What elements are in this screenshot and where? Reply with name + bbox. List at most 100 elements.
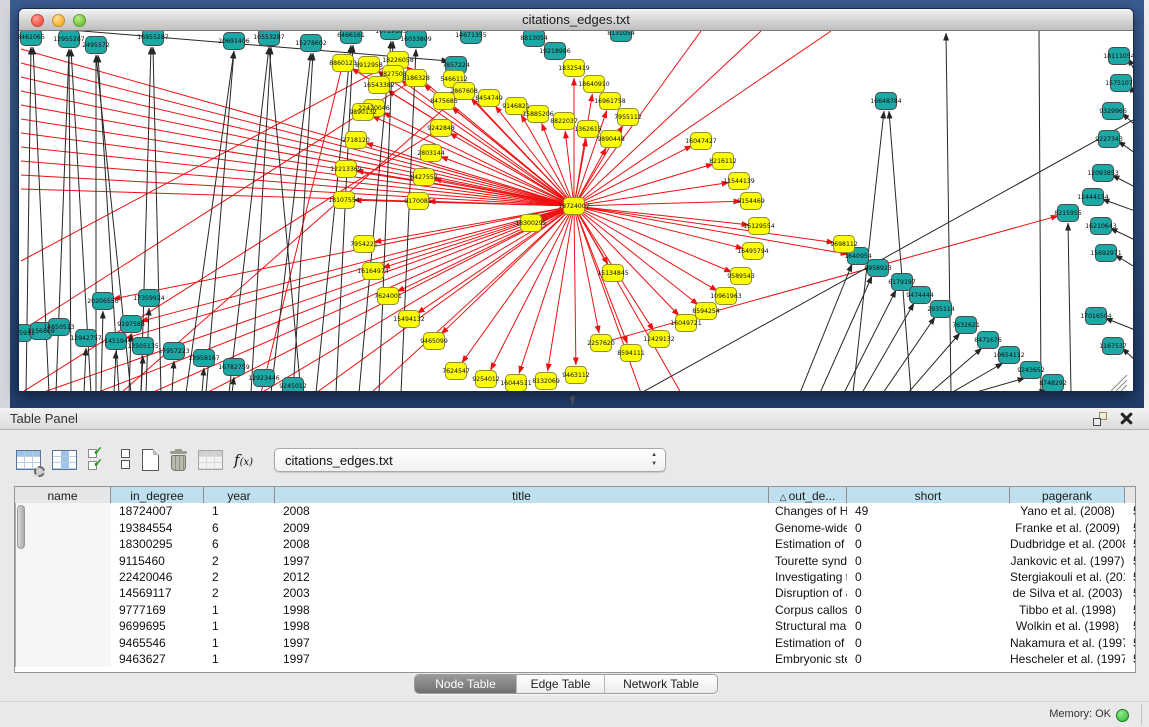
graph-node-label: 9890132: [349, 109, 377, 116]
tab-node-table[interactable]: Node Table: [415, 675, 517, 693]
table-cell[interactable]: 0: [847, 651, 1010, 667]
table-cell[interactable]: 2003: [275, 585, 769, 601]
table-cell[interactable]: Changes of HCN gene expression and I(f) …: [769, 503, 847, 519]
table-cell[interactable]: Estimation of the future numbers of pati…: [769, 635, 847, 651]
table-cell[interactable]: 0: [847, 585, 1010, 601]
table-scrollbar[interactable]: [15, 503, 111, 667]
table-cell[interactable]: 1997: [275, 635, 769, 651]
float-panel-icon[interactable]: [1093, 412, 1107, 426]
show-columns-icon: [52, 450, 77, 470]
table-cell[interactable]: 2: [204, 553, 275, 569]
table-cell[interactable]: 2012: [275, 569, 769, 585]
table-cell[interactable]: 2008: [275, 503, 769, 519]
table-cell[interactable]: 5.3E-5: [1125, 651, 1136, 667]
table-cell[interactable]: Corpus callosum shape and size in male p…: [769, 602, 847, 618]
table-cell[interactable]: 22420046: [111, 569, 204, 585]
table-cell[interactable]: 14569117: [111, 585, 204, 601]
table-cell[interactable]: 1: [204, 635, 275, 651]
table-panel-header[interactable]: Table Panel: [0, 408, 1149, 430]
table-cell[interactable]: 1997: [275, 651, 769, 667]
table-cell[interactable]: Wolkin et al. (1998): [1010, 618, 1125, 634]
table-cell[interactable]: 1997: [275, 553, 769, 569]
table-cell[interactable]: 9115460: [111, 553, 204, 569]
table-cell[interactable]: 18724007: [111, 503, 204, 519]
import-table-icon: [198, 450, 223, 470]
table-cell[interactable]: 5.3E-5: [1125, 635, 1136, 651]
table-cell[interactable]: Disruption of a novel member of a sodium…: [769, 585, 847, 601]
table-cell[interactable]: 5.3E-5: [1125, 602, 1136, 618]
table-cell[interactable]: Dudbridge et al. (2008): [1010, 536, 1125, 552]
node-table[interactable]: namein_degreeyeartitle△out_de...shortpag…: [14, 486, 1136, 673]
table-cell[interactable]: Embryonic stem cells: a model to study s…: [769, 651, 847, 667]
table-cell[interactable]: Genome-wide association studies in ADHD.: [769, 520, 847, 536]
table-cell[interactable]: Stergiakouli et al. (2012): [1010, 569, 1125, 585]
table-cell[interactable]: 19384554: [111, 520, 204, 536]
table-cell[interactable]: 2008: [275, 536, 769, 552]
graph-node-label: 15692971: [1090, 250, 1122, 257]
table-cell[interactable]: 1: [204, 618, 275, 634]
function-builder-button[interactable]: f(x): [234, 447, 253, 473]
table-cell[interactable]: 0: [847, 602, 1010, 618]
table-cell[interactable]: 2: [204, 569, 275, 585]
window-titlebar[interactable]: citations_edges.txt: [19, 9, 1133, 31]
table-cell[interactable]: 0: [847, 553, 1010, 569]
table-cell[interactable]: 9777169: [111, 602, 204, 618]
table-cell[interactable]: Tourette syndrome. Phenomenology and cla…: [769, 553, 847, 569]
table-cell[interactable]: 18300295: [111, 536, 204, 552]
table-cell[interactable]: 0: [847, 569, 1010, 585]
table-settings-button[interactable]: [16, 447, 41, 473]
table-cell[interactable]: Jankovic et al. (1997): [1010, 553, 1125, 569]
table-cell[interactable]: 1: [204, 651, 275, 667]
table-cell[interactable]: 1998: [275, 602, 769, 618]
table-cell[interactable]: Structural magnetic resonance image aver…: [769, 618, 847, 634]
table-cell[interactable]: 9463627: [111, 651, 204, 667]
graph-edge: [21, 128, 441, 392]
graph-edge: [574, 206, 576, 365]
table-cell[interactable]: 49: [847, 503, 1010, 519]
table-cell[interactable]: 2009: [275, 520, 769, 536]
new-table-button[interactable]: [142, 447, 159, 473]
table-cell[interactable]: 0: [847, 618, 1010, 634]
table-cell[interactable]: Investigating the contribution of common…: [769, 569, 847, 585]
table-cell[interactable]: 9699695: [111, 618, 204, 634]
table-cell[interactable]: 1998: [275, 618, 769, 634]
table-cell[interactable]: 5.9E-5: [1125, 536, 1136, 552]
tab-edge-table[interactable]: Edge Table: [517, 675, 605, 693]
table-cell[interactable]: 0: [847, 536, 1010, 552]
table-cell[interactable]: 9465546: [111, 635, 204, 651]
table-selector-dropdown[interactable]: citations_edges.txt ▲▼: [274, 448, 666, 472]
table-cell[interactable]: 5.3E-5: [1125, 585, 1136, 601]
graph-node-label: 17957223: [158, 348, 190, 355]
table-cell[interactable]: 1: [204, 602, 275, 618]
table-cell[interactable]: 6: [204, 536, 275, 552]
table-cell[interactable]: Hescheler et al. (1997): [1010, 651, 1125, 667]
table-cell[interactable]: 5.3E-5: [1125, 553, 1136, 569]
graph-edge: [251, 47, 271, 392]
table-cell[interactable]: 1: [204, 503, 275, 519]
table-cell[interactable]: de Silva et al. (2003): [1010, 585, 1125, 601]
tab-network-table[interactable]: Network Table: [605, 675, 717, 693]
network-canvas[interactable]: 8461065129552872495572169552872069140610…: [19, 31, 1134, 392]
table-cell[interactable]: 2: [204, 585, 275, 601]
table-cell[interactable]: Estimation of significance thresholds fo…: [769, 536, 847, 552]
table-cell[interactable]: 5.3E-5: [1125, 618, 1136, 634]
table-cell[interactable]: Yano et al. (2008): [1010, 503, 1125, 519]
network-window[interactable]: citations_edges.txt 84610651295528724955…: [18, 8, 1134, 392]
table-cell[interactable]: 6: [204, 520, 275, 536]
graph-node-label: 7954221: [350, 241, 378, 248]
delete-table-button[interactable]: [170, 447, 187, 473]
table-cell[interactable]: 0: [847, 635, 1010, 651]
select-columns-button[interactable]: ✓ ✓: [88, 447, 110, 473]
table-cell[interactable]: Franke et al. (2009): [1010, 520, 1125, 536]
table-cell[interactable]: Nakamura et al. (1997): [1010, 635, 1125, 651]
table-cell[interactable]: 5.3E-5: [1125, 503, 1136, 519]
row-height-button[interactable]: [121, 447, 131, 473]
memory-ok-indicator[interactable]: [1116, 709, 1129, 722]
table-cell[interactable]: 0: [847, 520, 1010, 536]
table-cell[interactable]: Tibbo et al. (1998): [1010, 602, 1125, 618]
close-panel-icon[interactable]: [1119, 411, 1133, 425]
show-columns-button[interactable]: [52, 447, 77, 473]
table-cell[interactable]: 5.6E-5: [1125, 520, 1136, 536]
table-cell[interactable]: 5.5E-5: [1125, 569, 1136, 585]
scrollbar-thumb[interactable]: [17, 505, 25, 549]
